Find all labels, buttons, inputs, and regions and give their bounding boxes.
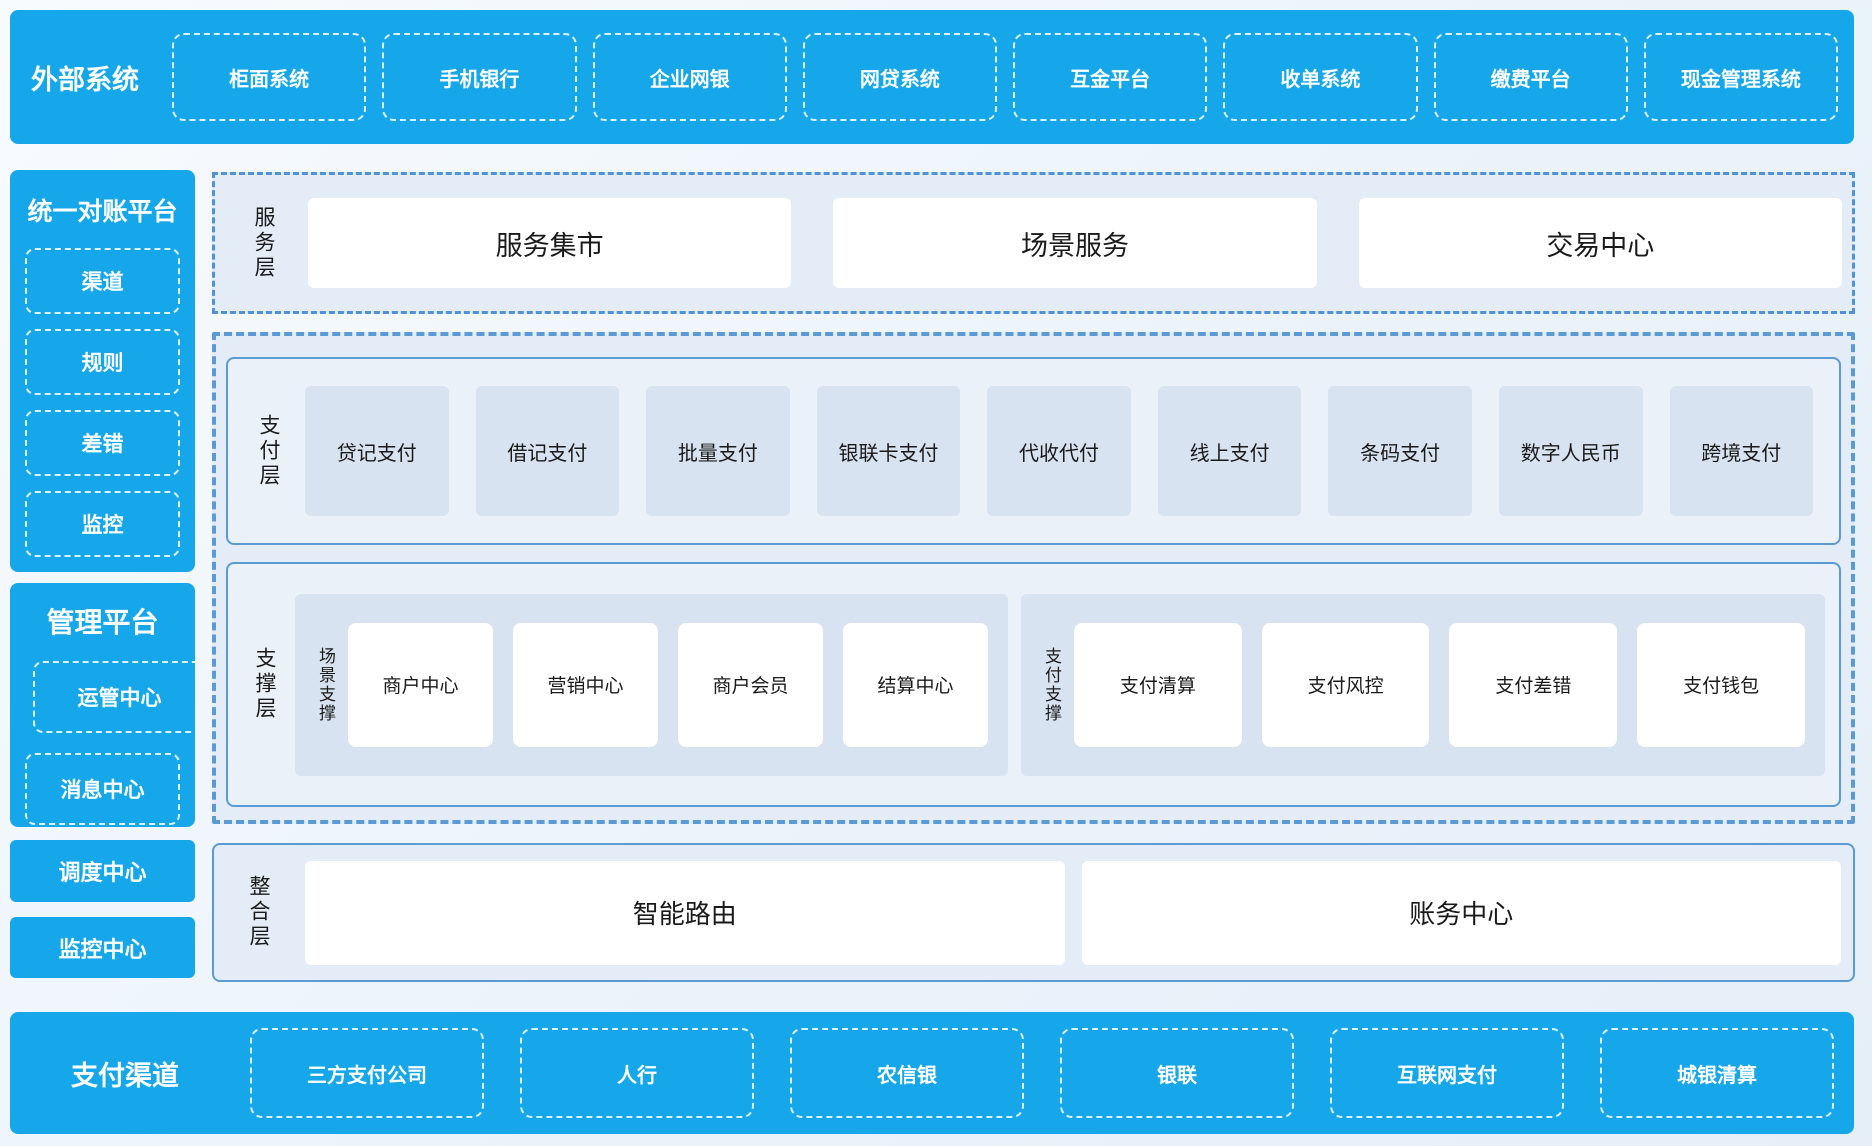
support-layer-label: 支撑层 bbox=[254, 647, 275, 722]
payment-channels-items: 三方支付公司 人行 农信银 银联 互联网支付 城银清算 bbox=[250, 1028, 1834, 1118]
integration-layer-items: 智能路由 账务中心 bbox=[305, 861, 1841, 965]
node-pboc: 人行 bbox=[520, 1028, 754, 1118]
payment-layer-items: 贷记支付 借记支付 批量支付 银联卡支付 代收代付 线上支付 条码支付 数字人民… bbox=[305, 386, 1813, 516]
node-message-center: 消息中心 bbox=[25, 753, 180, 825]
management-platform-panel: 管理平台 运管中心 消息中心 bbox=[10, 583, 195, 827]
node-payment-clearing: 支付清算 bbox=[1074, 623, 1242, 747]
node-city-bank-clearing: 城银清算 bbox=[1600, 1028, 1834, 1118]
node-monitoring-center: 监控中心 bbox=[10, 917, 195, 978]
support-layer-section: 支撑层 场景支撑 商户中心 营销中心 商户会员 结算中心 支付支撑 支付清算 bbox=[226, 562, 1841, 807]
support-layer-groups: 场景支撑 商户中心 营销中心 商户会员 结算中心 支付支撑 支付清算 支付风控 … bbox=[295, 594, 1825, 776]
service-layer-section: 服务层 服务集市 场景服务 交易中心 bbox=[212, 172, 1855, 314]
node-intelligent-routing: 智能路由 bbox=[305, 861, 1065, 965]
node-mobile-banking: 手机银行 bbox=[382, 33, 576, 121]
node-barcode-payment: 条码支付 bbox=[1328, 386, 1472, 516]
integration-layer-section: 整合层 智能路由 账务中心 bbox=[212, 843, 1855, 982]
reconciliation-platform-items: 渠道 规则 差错 监控 bbox=[10, 248, 195, 557]
node-rules: 规则 bbox=[25, 329, 180, 395]
payment-layer-section: 支付层 贷记支付 借记支付 批量支付 银联卡支付 代收代付 线上支付 条码支付 … bbox=[226, 357, 1841, 545]
node-errors: 差错 bbox=[25, 410, 180, 476]
node-debit-payment: 借记支付 bbox=[476, 386, 620, 516]
service-layer-label: 服务层 bbox=[253, 206, 274, 281]
node-service-market: 服务集市 bbox=[308, 198, 791, 288]
payment-support-items: 支付清算 支付风控 支付差错 支付钱包 bbox=[1074, 623, 1805, 747]
node-settlement-center: 结算中心 bbox=[843, 623, 988, 747]
node-internet-finance-platform: 互金平台 bbox=[1013, 33, 1207, 121]
node-digital-rmb: 数字人民币 bbox=[1499, 386, 1643, 516]
node-merchant-center: 商户中心 bbox=[348, 623, 493, 747]
node-online-payment: 线上支付 bbox=[1158, 386, 1302, 516]
node-payment-error: 支付差错 bbox=[1449, 623, 1617, 747]
node-counter-system: 柜面系统 bbox=[172, 33, 366, 121]
payment-architecture-diagram: 外部系统 柜面系统 手机银行 企业网银 网贷系统 互金平台 收单系统 缴费平台 … bbox=[0, 0, 1872, 1146]
scene-support-items: 商户中心 营销中心 商户会员 结算中心 bbox=[348, 623, 988, 747]
external-systems-title: 外部系统 bbox=[10, 58, 160, 97]
node-operation-center: 运管中心 bbox=[33, 661, 195, 733]
node-corporate-ebank: 企业网银 bbox=[593, 33, 787, 121]
node-monitoring: 监控 bbox=[25, 491, 180, 557]
node-rural-credit-bank: 农信银 bbox=[790, 1028, 1024, 1118]
node-third-party-payment: 三方支付公司 bbox=[250, 1028, 484, 1118]
node-channel: 渠道 bbox=[25, 248, 180, 314]
management-platform-title: 管理平台 bbox=[10, 601, 195, 641]
node-credit-payment: 贷记支付 bbox=[305, 386, 449, 516]
scene-support-group: 场景支撑 商户中心 营销中心 商户会员 结算中心 bbox=[295, 594, 1008, 776]
node-acquiring-system: 收单系统 bbox=[1223, 33, 1417, 121]
payment-support-group: 支付支撑 支付清算 支付风控 支付差错 支付钱包 bbox=[1021, 594, 1825, 776]
reconciliation-platform-panel: 统一对账平台 渠道 规则 差错 监控 bbox=[10, 170, 195, 572]
node-online-loan-system: 网贷系统 bbox=[803, 33, 997, 121]
node-unionpay-card-payment: 银联卡支付 bbox=[817, 386, 961, 516]
node-cash-management-system: 现金管理系统 bbox=[1644, 33, 1838, 121]
core-layers-container: 支付层 贷记支付 借记支付 批量支付 银联卡支付 代收代付 线上支付 条码支付 … bbox=[212, 332, 1855, 824]
node-payment-risk-control: 支付风控 bbox=[1262, 623, 1430, 747]
external-systems-items: 柜面系统 手机银行 企业网银 网贷系统 互金平台 收单系统 缴费平台 现金管理系… bbox=[172, 33, 1838, 121]
node-transaction-center: 交易中心 bbox=[1359, 198, 1842, 288]
node-merchant-member: 商户会员 bbox=[678, 623, 823, 747]
node-batch-payment: 批量支付 bbox=[646, 386, 790, 516]
node-fee-payment-platform: 缴费平台 bbox=[1434, 33, 1628, 121]
payment-channels-title: 支付渠道 bbox=[10, 1054, 240, 1093]
external-systems-bar: 外部系统 柜面系统 手机银行 企业网银 网贷系统 互金平台 收单系统 缴费平台 … bbox=[10, 10, 1854, 144]
node-payment-wallet: 支付钱包 bbox=[1637, 623, 1805, 747]
payment-channels-bar: 支付渠道 三方支付公司 人行 农信银 银联 互联网支付 城银清算 bbox=[10, 1012, 1854, 1134]
node-accounting-center: 账务中心 bbox=[1082, 861, 1842, 965]
node-unionpay: 银联 bbox=[1060, 1028, 1294, 1118]
node-marketing-center: 营销中心 bbox=[513, 623, 658, 747]
scene-support-label: 场景支撑 bbox=[317, 647, 334, 723]
payment-support-label: 支付支撑 bbox=[1043, 647, 1060, 723]
service-layer-items: 服务集市 场景服务 交易中心 bbox=[308, 198, 1842, 288]
node-collection-payment: 代收代付 bbox=[987, 386, 1131, 516]
node-cross-border-payment: 跨境支付 bbox=[1670, 386, 1814, 516]
node-dispatch-center: 调度中心 bbox=[10, 840, 195, 902]
node-internet-payment: 互联网支付 bbox=[1330, 1028, 1564, 1118]
integration-layer-label: 整合层 bbox=[248, 875, 269, 950]
reconciliation-platform-title: 统一对账平台 bbox=[10, 192, 195, 228]
payment-layer-label: 支付层 bbox=[258, 414, 279, 489]
node-scenario-service: 场景服务 bbox=[833, 198, 1316, 288]
management-platform-items: 运管中心 消息中心 bbox=[10, 661, 195, 825]
